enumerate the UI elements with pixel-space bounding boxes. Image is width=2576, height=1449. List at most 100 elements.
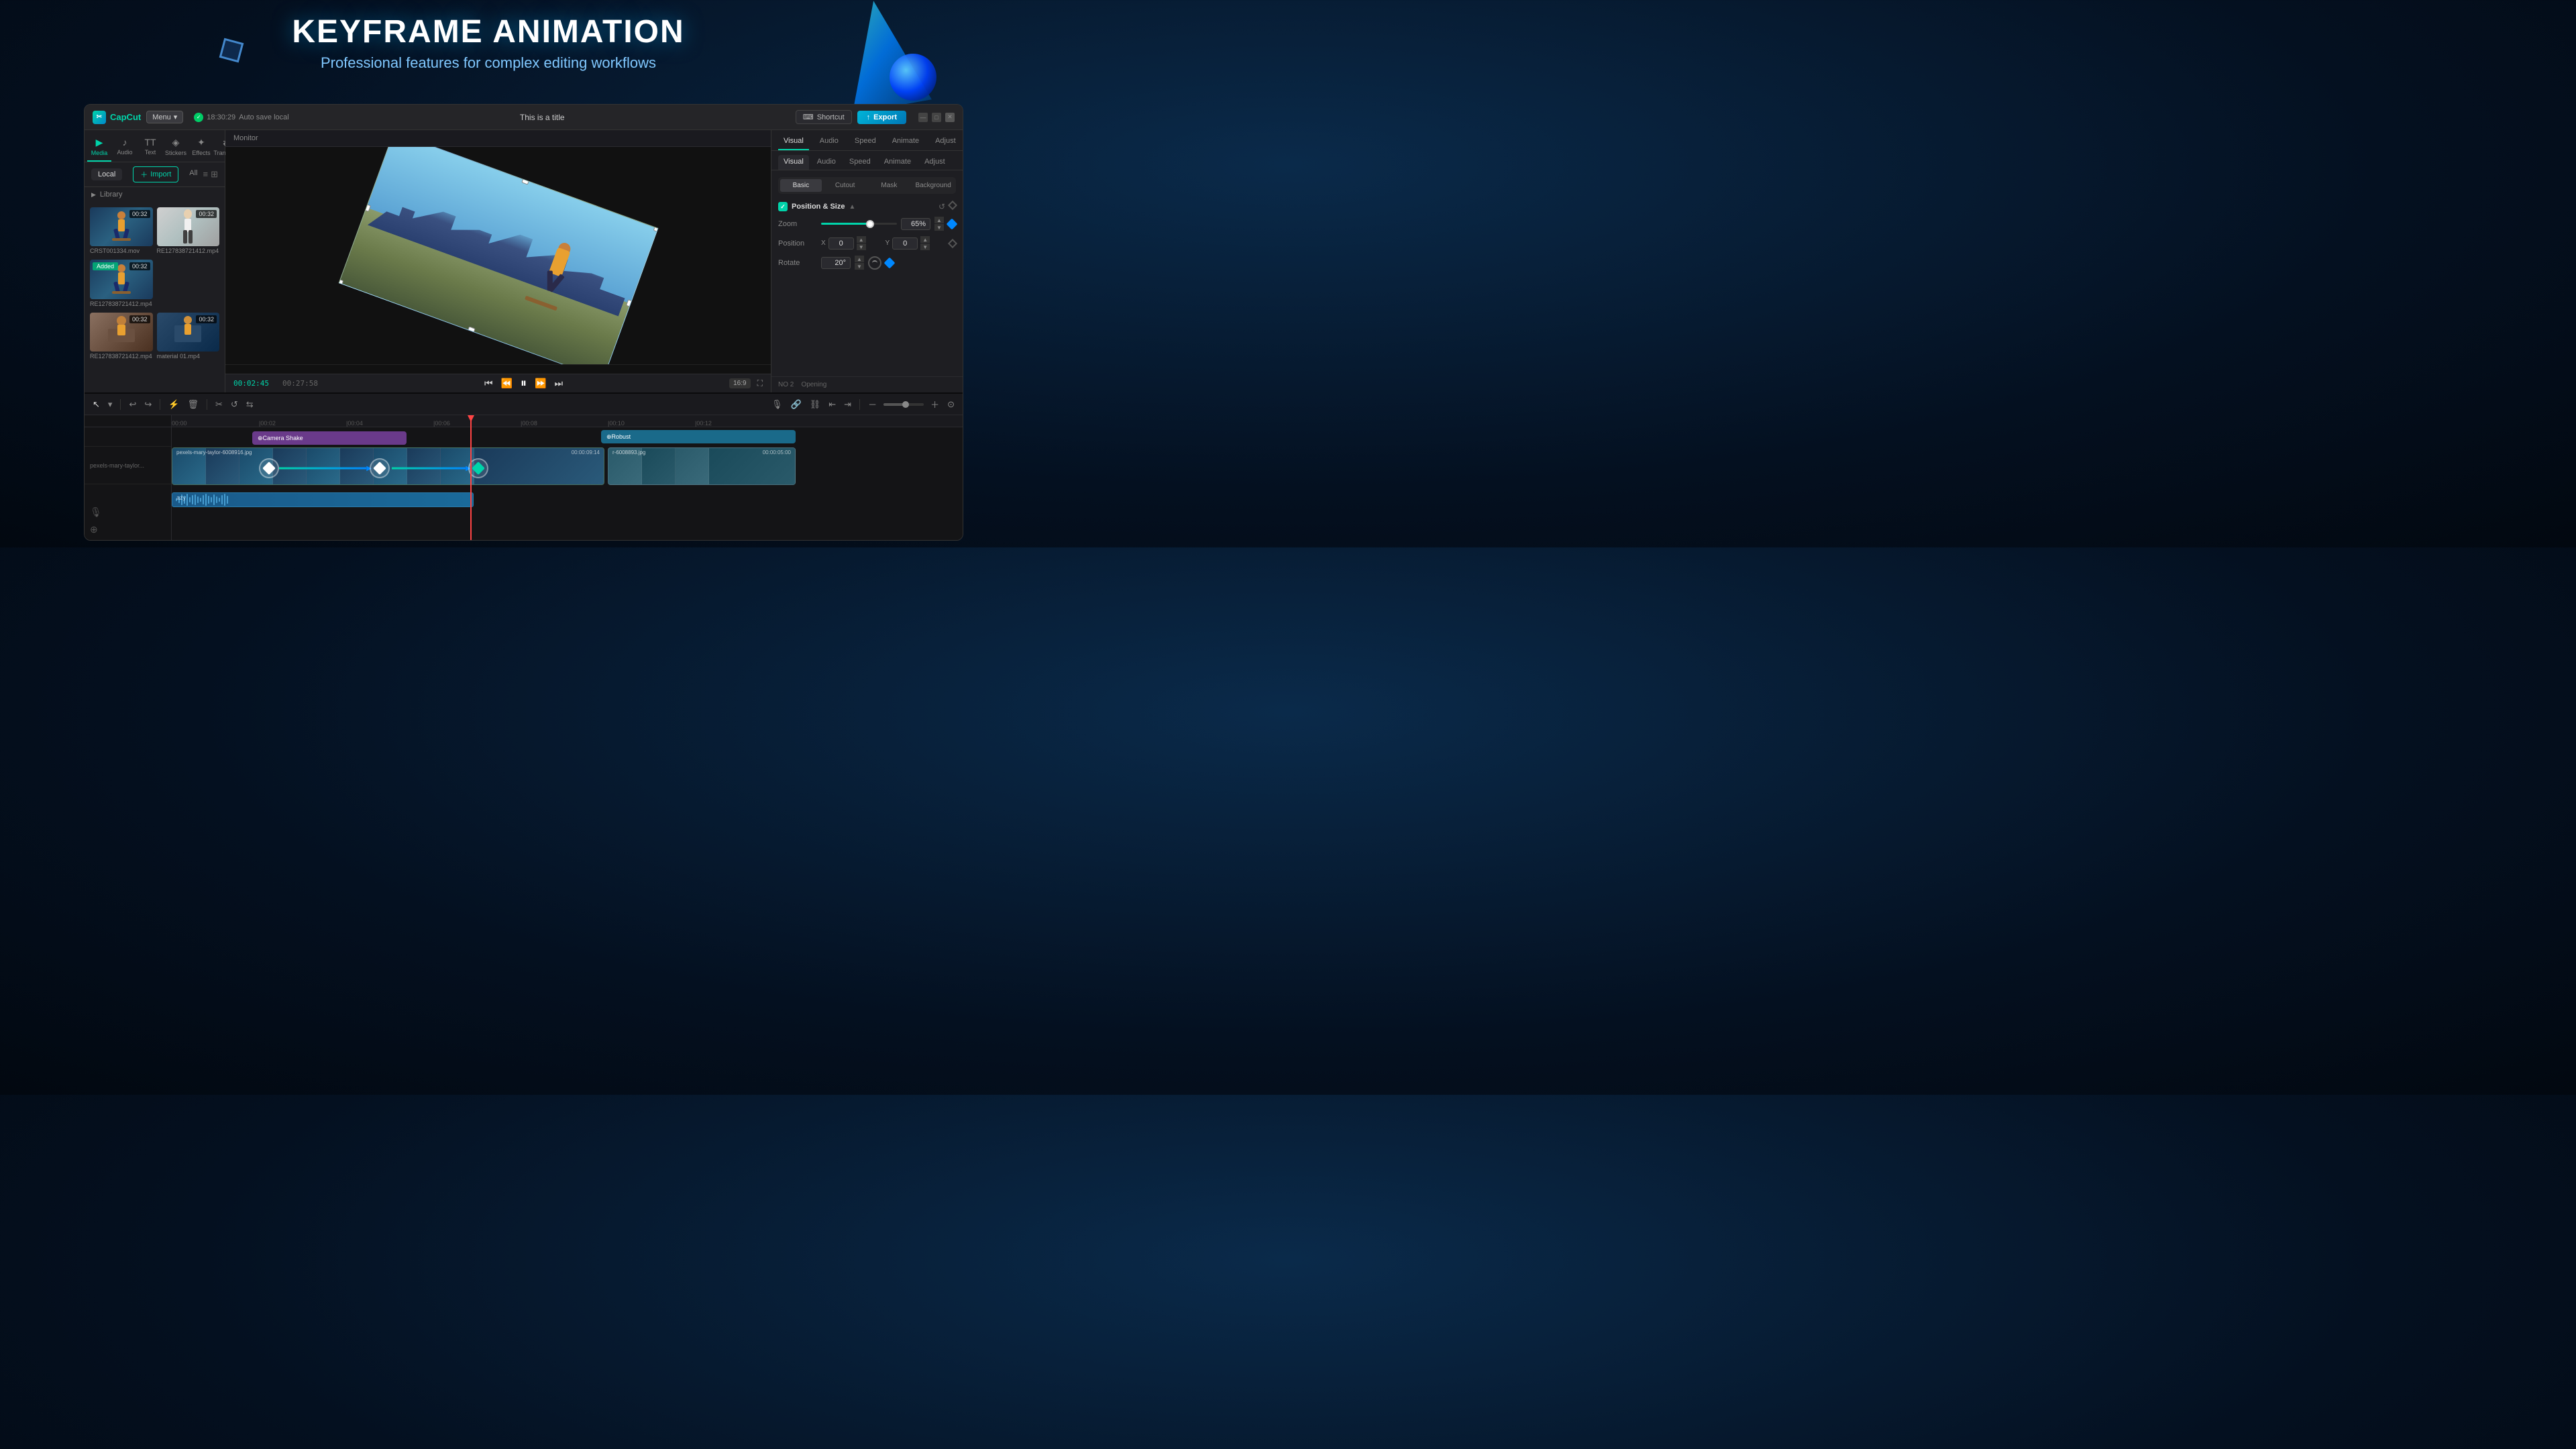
- section-checkbox[interactable]: ✓: [778, 202, 788, 211]
- zoom-step-down[interactable]: ▼: [934, 224, 944, 231]
- crop-tool[interactable]: ✂: [214, 398, 224, 411]
- seg-btn-cutout[interactable]: Cutout: [824, 179, 866, 192]
- list-view-icon[interactable]: ≡: [203, 169, 209, 180]
- rotate-reset-icon[interactable]: [868, 256, 881, 270]
- select-dropdown[interactable]: ▾: [107, 398, 114, 411]
- sub-tab-visual[interactable]: Visual: [778, 155, 809, 170]
- tab-audio[interactable]: Audio: [814, 134, 844, 150]
- mic-icon[interactable]: 🎙: [90, 506, 102, 517]
- play-pause-button[interactable]: ⏸: [521, 376, 527, 390]
- keyframe-marker-1[interactable]: [259, 458, 279, 478]
- zoom-keyframe[interactable]: [947, 218, 958, 229]
- zoom-slider[interactable]: [821, 223, 897, 225]
- keyframe-marker-2[interactable]: [370, 458, 390, 478]
- grid-view-icon[interactable]: ⊞: [211, 169, 218, 180]
- menu-button[interactable]: Menu ▾: [146, 111, 183, 123]
- export-label: Export: [873, 113, 897, 121]
- undo-button[interactable]: ↩: [127, 398, 138, 411]
- zoom-in-tool[interactable]: ＋: [929, 396, 941, 412]
- shortcut-button[interactable]: ⌨ Shortcut: [796, 110, 852, 124]
- import-button[interactable]: ＋ Import: [133, 166, 178, 182]
- stickers-icon: ◈: [172, 137, 180, 148]
- mic-tool[interactable]: 🎙: [770, 398, 784, 411]
- position-y-input[interactable]: 0: [892, 237, 918, 250]
- flip-tool[interactable]: ⇆: [245, 398, 255, 411]
- step-back-button[interactable]: ⏪: [501, 378, 513, 389]
- sub-tab-audio[interactable]: Audio: [812, 155, 841, 170]
- import-label: Import: [150, 170, 171, 178]
- zoom-value[interactable]: 65%: [901, 218, 930, 230]
- tab-visual[interactable]: Visual: [778, 134, 809, 150]
- maximize-button[interactable]: □: [932, 113, 941, 122]
- y-step-down[interactable]: ▼: [920, 244, 930, 250]
- connect-tool[interactable]: ⇥: [843, 398, 853, 411]
- robust-bar[interactable]: ⊕ Robust: [601, 430, 796, 443]
- wave-13: [208, 496, 209, 504]
- link-clips-tool[interactable]: 🔗: [790, 398, 803, 411]
- sidebar-item-stickers[interactable]: ◈ Stickers: [164, 134, 188, 162]
- detach-tool[interactable]: ⇤: [827, 398, 837, 411]
- add-track-icon[interactable]: ⊕: [90, 524, 98, 535]
- position-x-input[interactable]: 0: [828, 237, 854, 250]
- skip-to-start-button[interactable]: ⏮: [484, 378, 493, 389]
- zoom-step-up[interactable]: ▲: [934, 217, 944, 223]
- sub-tab-animate[interactable]: Animate: [879, 155, 916, 170]
- x-step-down[interactable]: ▼: [857, 244, 866, 250]
- tab-adjust[interactable]: Adjust: [930, 134, 961, 150]
- fullscreen-button[interactable]: ⛶: [757, 378, 763, 388]
- redo-button[interactable]: ↪: [143, 398, 153, 411]
- sidebar-item-effects[interactable]: ✦ Effects: [189, 134, 213, 162]
- rotate-tool[interactable]: ↺: [229, 398, 239, 411]
- tab-speed[interactable]: Speed: [849, 134, 881, 150]
- zoom-out-tool[interactable]: －: [867, 396, 878, 412]
- seg-btn-background[interactable]: Background: [912, 179, 954, 192]
- reset-button[interactable]: ↺: [938, 202, 945, 211]
- section-footer: NO 2 Opening: [771, 376, 963, 392]
- media-thumbnail-6[interactable]: 00:32: [157, 313, 220, 352]
- sub-tab-speed[interactable]: Speed: [844, 155, 876, 170]
- y-step-up[interactable]: ▲: [920, 236, 930, 243]
- zoom-slider-thumb[interactable]: [866, 220, 874, 228]
- camera-shake-bar[interactable]: ⊕ Camera Shake: [252, 431, 407, 445]
- seg-btn-mask[interactable]: Mask: [869, 179, 910, 192]
- unlink-clips-tool[interactable]: ⛓: [808, 398, 822, 411]
- fit-tool[interactable]: ⊙: [946, 398, 956, 411]
- right-video-clip[interactable]: r-6008893.jpg 00:00:05:00: [608, 447, 796, 485]
- x-step-up[interactable]: ▲: [857, 236, 866, 243]
- zoom-slider-tl[interactable]: [883, 403, 924, 406]
- rotate-keyframe[interactable]: [884, 257, 896, 268]
- split-tool[interactable]: ⚡: [167, 398, 180, 411]
- rotate-step-down[interactable]: ▼: [855, 263, 864, 270]
- rotate-row: Rotate 20° ▲ ▼: [778, 256, 956, 270]
- position-reset[interactable]: [948, 238, 957, 248]
- reset-diamond[interactable]: [948, 201, 957, 210]
- sidebar-item-media[interactable]: ▶ Media: [87, 134, 111, 162]
- skip-to-end-button[interactable]: ⏭: [554, 378, 563, 389]
- video-track-label-text: pexels-mary-taylor...: [90, 462, 144, 469]
- media-thumbnail-5[interactable]: 00:32: [90, 313, 153, 352]
- seg-btn-basic[interactable]: Basic: [780, 179, 822, 192]
- playhead[interactable]: [470, 415, 472, 540]
- step-forward-button[interactable]: ⏩: [535, 378, 546, 389]
- local-tab[interactable]: Local: [91, 168, 122, 180]
- sub-tab-adjust[interactable]: Adjust: [919, 155, 951, 170]
- sidebar-item-text[interactable]: TT Text: [138, 134, 162, 162]
- minimize-button[interactable]: —: [918, 113, 928, 122]
- select-tool[interactable]: ↖: [91, 398, 101, 411]
- media-thumbnail-3[interactable]: 00:32 Added: [90, 260, 153, 299]
- media-thumbnail-2[interactable]: 00:32: [157, 207, 220, 246]
- export-button[interactable]: ↑ Export: [857, 111, 906, 124]
- audio-bar[interactable]: azy: [172, 492, 474, 507]
- sidebar-item-audio[interactable]: ♪ Audio: [113, 134, 137, 162]
- library-item[interactable]: ▶ Library: [85, 187, 225, 202]
- right-top-tabs: Visual Audio Speed Animate Adjust: [771, 130, 963, 151]
- delete-tool[interactable]: 🗑: [186, 398, 200, 411]
- media-thumbnail-1[interactable]: 00:32: [90, 207, 153, 246]
- tab-animate[interactable]: Animate: [887, 134, 924, 150]
- rotate-step-up[interactable]: ▲: [855, 256, 864, 262]
- close-button[interactable]: ✕: [945, 113, 955, 122]
- transform-handle-bl[interactable]: [338, 278, 343, 287]
- transform-handle-bm[interactable]: [466, 326, 475, 335]
- rotate-value[interactable]: 20°: [821, 257, 851, 269]
- zoom-thumb-tl[interactable]: [902, 401, 909, 408]
